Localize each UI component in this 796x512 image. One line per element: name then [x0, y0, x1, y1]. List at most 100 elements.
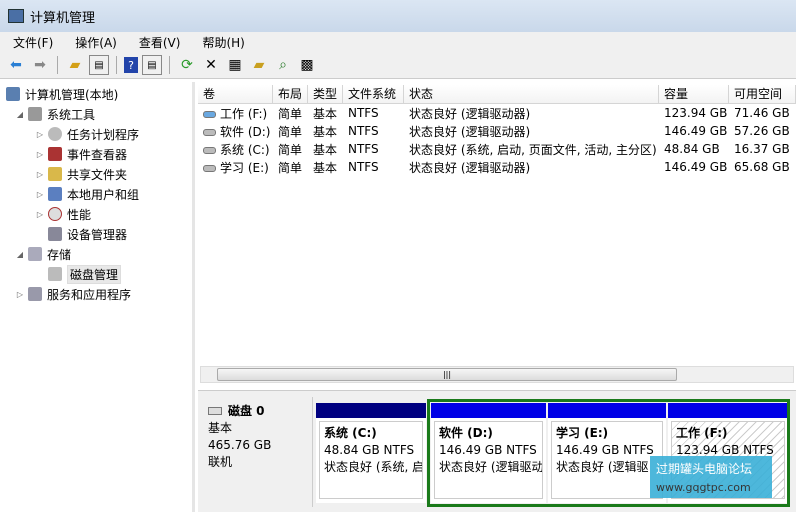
cell: 工作 (F:) [198, 105, 273, 122]
cell: 基本 [308, 123, 343, 140]
scrollbar-thumb[interactable]: ||| [217, 368, 677, 381]
cell-text: 简单 [278, 124, 303, 139]
show-hide-tree-icon[interactable]: ▤ [89, 55, 109, 75]
column-type[interactable]: 类型 [308, 85, 343, 103]
title-bar: 计算机管理 [0, 0, 796, 32]
properties-icon[interactable]: ▦ [225, 55, 245, 75]
volume-row[interactable]: 软件 (D:) 简单 基本 NTFS 状态良好 (逻辑驱动器) 146.49 GB 57.2… [198, 122, 796, 140]
column-layout[interactable]: 布局 [273, 85, 308, 103]
search-icon[interactable]: ⌕ [273, 55, 293, 75]
column-free-space[interactable]: 可用空间 [729, 85, 796, 103]
tree-item-performance[interactable]: ▷ 性能 [0, 204, 192, 224]
delete-icon[interactable]: ✕ [201, 55, 221, 75]
cell: 65.68 GB [729, 160, 796, 174]
menu-help[interactable]: 帮助(H) [189, 34, 253, 51]
column-status[interactable]: 状态 [404, 85, 659, 103]
cell-text: 48.84 GB [664, 142, 720, 156]
tree-item-system-tools[interactable]: ◢ 系统工具 [0, 104, 192, 124]
cell-text: 状态良好 (逻辑驱动器) [409, 124, 531, 139]
help-icon[interactable]: ? [124, 57, 138, 73]
disk-status: 联机 [208, 455, 233, 469]
cell: 软件 (D:) [198, 123, 273, 140]
up-folder-icon[interactable]: ▰ [65, 55, 85, 75]
tree-item-device-manager[interactable]: 设备管理器 [0, 224, 192, 244]
menu-view[interactable]: 查看(V) [126, 34, 190, 51]
open-icon[interactable]: ▰ [249, 55, 269, 75]
cell: NTFS [343, 160, 404, 174]
column-capacity[interactable]: 容量 [659, 85, 729, 103]
expand-icon[interactable]: ▷ [34, 210, 46, 219]
cell: 123.94 GB [659, 106, 729, 120]
cell: NTFS [343, 142, 404, 156]
toolbar: ⬅ ➡ ▰ ▤ ? ▤ ⟳ ✕ ▦ ▰ ⌕ ▩ [0, 52, 796, 79]
volume-list-pane: 卷布局 类型 文件系统 状态 容量 可用空间 工作 (F:) 简单 基本 NTFS 状态良好 (逻… [198, 82, 796, 512]
cell: 71.46 GB [729, 106, 796, 120]
cell: 学习 (E:) [198, 159, 273, 176]
expand-icon[interactable]: ▷ [34, 150, 46, 159]
cell: 简单 [273, 123, 308, 140]
volume-list-header: 卷布局 类型 文件系统 状态 容量 可用空间 [198, 85, 796, 104]
expand-icon[interactable]: ▷ [34, 190, 46, 199]
expand-icon[interactable]: ▷ [14, 290, 26, 299]
disk-0-info[interactable]: 磁盘 0 基本 465.76 GB 联机 [200, 397, 313, 507]
cell-text: 工作 (F:) [220, 106, 268, 121]
column-filesystem[interactable]: 文件系统 [343, 85, 404, 103]
cell-text: 状态良好 (系统, 启动, 页面文件, 活动, 主分区) [409, 142, 657, 157]
partition-details: 系统 (C:) 48.84 GB NTFS 状态良好 (系统, 启 [319, 421, 423, 499]
tree-item-shared-folders[interactable]: ▷ 共享文件夹 [0, 164, 192, 184]
tree-item-services[interactable]: ▷ 服务和应用程序 [0, 284, 192, 304]
storage-icon [28, 247, 42, 261]
shared-folder-icon [48, 167, 62, 181]
tree-item-task-scheduler[interactable]: ▷ 任务计划程序 [0, 124, 192, 144]
menu-file[interactable]: 文件(F) [0, 34, 62, 51]
refresh-icon[interactable]: ⟳ [177, 55, 197, 75]
menu-bar: 文件(F) 操作(A) 查看(V) 帮助(H) [0, 32, 796, 52]
cell-text: 146.49 GB [664, 124, 728, 138]
expand-icon[interactable]: ▷ [34, 170, 46, 179]
volume-row[interactable]: 工作 (F:) 简单 基本 NTFS 状态良好 (逻辑驱动器) 123.94 GB 71.4… [198, 104, 796, 122]
tree-item-local-users[interactable]: ▷ 本地用户和组 [0, 184, 192, 204]
partition-name: 系统 (C:) [324, 426, 377, 440]
column-volume[interactable]: 卷 [198, 85, 273, 103]
cell-text: 简单 [278, 160, 303, 175]
cell: 简单 [273, 141, 308, 158]
cell: 基本 [308, 105, 343, 122]
cell: 146.49 GB [659, 124, 729, 138]
expand-icon[interactable]: ▷ [34, 130, 46, 139]
disk-size: 465.76 GB [208, 438, 272, 452]
cell: 状态良好 (逻辑驱动器) [404, 159, 659, 176]
volume-icon [203, 110, 216, 118]
volume-row[interactable]: 学习 (E:) 简单 基本 NTFS 状态良好 (逻辑驱动器) 146.49 GB 65.6… [198, 158, 796, 176]
watermark: 过期罐头电脑论坛 www.gqgtpc.com [650, 456, 772, 498]
tree-item-storage[interactable]: ◢ 存储 [0, 244, 192, 264]
cell-text: 71.46 GB [734, 106, 790, 120]
cell: 146.49 GB [659, 160, 729, 174]
clock-icon [48, 127, 62, 141]
cell-text: 16.37 GB [734, 142, 790, 156]
collapse-icon[interactable]: ◢ [14, 110, 26, 119]
tree-item-disk-management[interactable]: 磁盘管理 [0, 264, 192, 284]
cell-text: NTFS [348, 160, 379, 174]
volume-row[interactable]: 系统 (C:) 简单 基本 NTFS 状态良好 (系统, 启动, 页面文件, 活动, 主… [198, 140, 796, 158]
computer-management-icon [8, 9, 24, 23]
settings-icon[interactable]: ▩ [297, 55, 317, 75]
show-hide-action-icon[interactable]: ▤ [142, 55, 162, 75]
partition[interactable]: 系统 (C:) 48.84 GB NTFS 状态良好 (系统, 启 [316, 403, 426, 503]
disk-icon [208, 407, 222, 415]
cell: NTFS [343, 124, 404, 138]
cell-text: 系统 (C:) [220, 142, 270, 157]
tree-item-event-viewer[interactable]: ▷ 事件查看器 [0, 144, 192, 164]
cell-text: 65.68 GB [734, 160, 790, 174]
tree-root[interactable]: 计算机管理(本地) [0, 84, 192, 104]
event-viewer-icon [48, 147, 62, 161]
cell-text: 146.49 GB [664, 160, 728, 174]
horizontal-scrollbar[interactable]: ||| [200, 366, 794, 383]
forward-icon[interactable]: ➡ [30, 55, 50, 75]
volume-icon [203, 146, 216, 154]
collapse-icon[interactable]: ◢ [14, 250, 26, 259]
cell: NTFS [343, 106, 404, 120]
cell-text: 123.94 GB [664, 106, 728, 120]
back-icon[interactable]: ⬅ [6, 55, 26, 75]
services-icon [28, 287, 42, 301]
menu-action[interactable]: 操作(A) [62, 34, 126, 51]
